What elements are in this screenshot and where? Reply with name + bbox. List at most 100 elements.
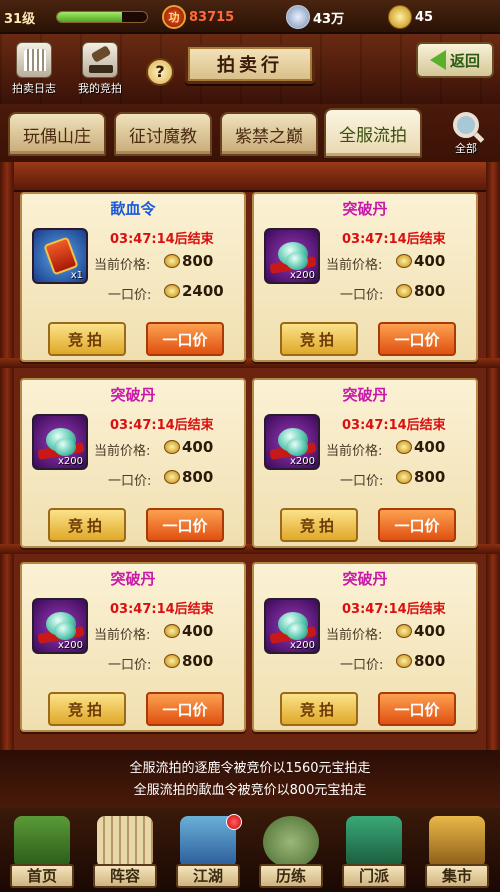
search-all-button[interactable]: 全部 xyxy=(446,112,486,158)
my-bids-button[interactable]: 我的竞拍 xyxy=(78,42,122,96)
current-price-value: 400 xyxy=(414,622,446,640)
bid-button[interactable]: 竞拍 xyxy=(48,322,126,356)
gold-coin-icon xyxy=(396,440,412,454)
item-quantity: x1 xyxy=(70,270,83,281)
buyout-price: 800 xyxy=(396,652,445,670)
exp-bar-fill xyxy=(57,12,122,22)
silver-counter: 43万 xyxy=(286,5,344,29)
silver-value: 43万 xyxy=(313,11,345,27)
current-price-label: 当前价格: xyxy=(94,258,151,273)
gold-coin-icon xyxy=(396,470,412,484)
current-price: 400 xyxy=(396,622,445,640)
current-price: 400 xyxy=(164,438,213,456)
gold-coin-icon xyxy=(164,624,180,638)
gold-coin-icon xyxy=(164,254,180,268)
item-quantity: x200 xyxy=(289,270,315,281)
pill-icon[interactable]: x200 xyxy=(32,598,88,654)
tab-forbidden-peak[interactable]: 紫禁之巅 xyxy=(220,112,318,156)
token-icon[interactable]: x1 xyxy=(32,228,88,284)
auction-broadcast: 全服流拍的逐鹿令被竞价以1560元宝拍走 全服流拍的歃血令被竞价以800元宝拍走 xyxy=(0,750,500,808)
current-price-label: 当前价格: xyxy=(326,444,383,459)
back-arrow-icon xyxy=(429,50,446,70)
nav-sect[interactable]: 门派 xyxy=(334,812,414,890)
achievement-counter: 功 83715 xyxy=(162,5,234,29)
gold-coin-icon xyxy=(164,470,180,484)
gold-coin-icon xyxy=(164,440,180,454)
nav-label: 首页 xyxy=(10,864,74,888)
gold-icon xyxy=(388,5,412,29)
buyout-price-value: 800 xyxy=(182,468,214,486)
tab-doll-manor[interactable]: 玩偶山庄 xyxy=(8,112,106,156)
search-label: 全部 xyxy=(455,142,477,155)
current-price-value: 400 xyxy=(182,622,214,640)
nav-label: 历练 xyxy=(259,864,323,888)
tab-demon-cult[interactable]: 征讨魔教 xyxy=(114,112,212,156)
nav-market[interactable]: 集市 xyxy=(417,812,497,890)
buyout-button[interactable]: 一口价 xyxy=(146,508,224,542)
buyout-price-label: 一口价: xyxy=(340,474,384,489)
pill-icon[interactable]: x200 xyxy=(264,414,320,470)
achievement-value: 83715 xyxy=(189,9,235,25)
back-button[interactable]: 返回 xyxy=(416,42,494,78)
nav-home[interactable]: 首页 xyxy=(2,812,82,890)
current-price-value: 400 xyxy=(414,438,446,456)
countdown-timer: 03:47:14后结束 xyxy=(342,418,446,433)
achievement-icon: 功 xyxy=(162,5,186,29)
home-icon xyxy=(14,816,70,868)
buyout-price-label: 一口价: xyxy=(340,658,384,673)
buyout-price: 800 xyxy=(164,652,213,670)
jar-icon xyxy=(263,816,319,868)
bottom-nav: 首页 阵容 江湖 历练 门派 集市 xyxy=(0,808,500,892)
buyout-price-label: 一口价: xyxy=(108,288,152,303)
current-price-label: 当前价格: xyxy=(94,628,151,643)
nav-jianghu[interactable]: 江湖 xyxy=(168,812,248,890)
bid-button[interactable]: 竞拍 xyxy=(280,508,358,542)
market-stall-icon xyxy=(429,816,485,868)
item-name: 突破丹 xyxy=(342,570,388,588)
buyout-button[interactable]: 一口价 xyxy=(378,322,456,356)
buyout-button[interactable]: 一口价 xyxy=(378,692,456,726)
board-top-frame xyxy=(0,162,500,192)
countdown-timer: 03:47:14后结束 xyxy=(110,232,214,247)
tab-server-unsold[interactable]: 全服流拍 xyxy=(324,108,422,158)
current-price-value: 400 xyxy=(414,252,446,270)
current-price: 800 xyxy=(164,252,213,270)
listing-card: 突破丹 x200 03:47:14后结束 当前价格: 400 一口价: 800 竞拍 一口价 xyxy=(252,192,478,362)
current-price-label: 当前价格: xyxy=(94,444,151,459)
buyout-price-value: 800 xyxy=(182,652,214,670)
item-quantity: x200 xyxy=(289,456,315,467)
bid-button[interactable]: 竞拍 xyxy=(48,508,126,542)
buyout-button[interactable]: 一口价 xyxy=(146,322,224,356)
left-pillar xyxy=(0,162,14,750)
gem-shape xyxy=(54,438,76,456)
page-title: 拍卖行 xyxy=(185,44,315,84)
listing-card: 突破丹 x200 03:47:14后结束 当前价格: 400 一口价: 800 竞拍 一口价 xyxy=(252,562,478,732)
auction-log-label: 拍卖日志 xyxy=(12,82,56,95)
buyout-price: 2400 xyxy=(164,282,224,300)
current-price-label: 当前价格: xyxy=(326,628,383,643)
pill-icon[interactable]: x200 xyxy=(264,598,320,654)
pill-icon[interactable]: x200 xyxy=(32,414,88,470)
nav-lineup[interactable]: 阵容 xyxy=(85,812,165,890)
countdown-timer: 03:47:14后结束 xyxy=(110,602,214,617)
current-price: 400 xyxy=(164,622,213,640)
my-bids-label: 我的竞拍 xyxy=(78,82,122,95)
gold-counter: 45 xyxy=(388,5,433,29)
search-icon xyxy=(453,112,479,138)
buyout-button[interactable]: 一口价 xyxy=(146,692,224,726)
gem-shape xyxy=(286,438,308,456)
gold-coin-icon xyxy=(396,254,412,268)
auction-log-button[interactable]: 拍卖日志 xyxy=(12,42,56,96)
countdown-timer: 03:47:14后结束 xyxy=(110,418,214,433)
buyout-button[interactable]: 一口价 xyxy=(378,508,456,542)
bid-button[interactable]: 竞拍 xyxy=(280,692,358,726)
help-button[interactable]: ? xyxy=(146,58,174,86)
bid-button[interactable]: 竞拍 xyxy=(280,322,358,356)
nav-training[interactable]: 历练 xyxy=(251,812,331,890)
player-level: 31级 xyxy=(4,12,36,27)
buyout-price-label: 一口价: xyxy=(108,658,152,673)
back-label: 返回 xyxy=(449,51,480,70)
gem-shape xyxy=(286,622,308,640)
pill-icon[interactable]: x200 xyxy=(264,228,320,284)
bid-button[interactable]: 竞拍 xyxy=(48,692,126,726)
